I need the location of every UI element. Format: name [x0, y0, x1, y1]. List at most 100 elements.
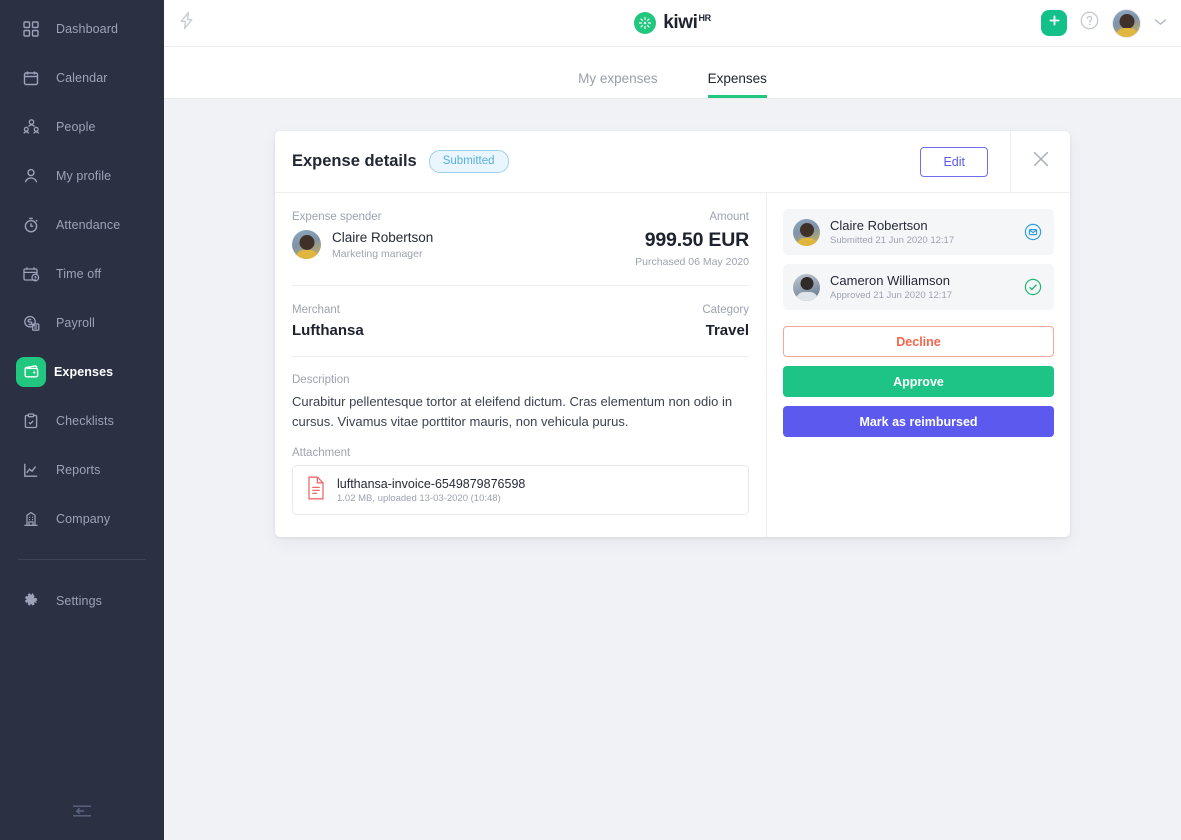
- topbar-actions: [1041, 8, 1167, 38]
- file-document-icon: [306, 476, 326, 505]
- avatar: [793, 218, 820, 246]
- sidebar-item-dashboard[interactable]: Dashboard: [0, 4, 164, 53]
- sidebar-divider: [18, 559, 146, 560]
- grid-icon: [18, 16, 44, 42]
- category-block: Category Travel: [702, 304, 749, 339]
- brand-wordmark: kiwi HR: [663, 12, 711, 34]
- calendar-icon: [18, 65, 44, 91]
- approver-name: Cameron Williamson: [830, 272, 950, 288]
- sidebar-item-time-off[interactable]: Time off: [0, 249, 164, 298]
- description-block: Description Curabitur pellentesque torto…: [292, 374, 766, 431]
- sidebar-item-label: Checklists: [56, 413, 114, 428]
- user-avatar[interactable]: [1112, 8, 1141, 38]
- submitted-envelope-icon: [1024, 223, 1042, 241]
- lightning-bolt-icon: [178, 11, 195, 35]
- merchant-label: Merchant: [292, 304, 340, 316]
- avatar: [793, 273, 820, 301]
- wallet-icon: [16, 356, 46, 387]
- approver-meta: Submitted 21 Jun 2020 12:17: [830, 235, 955, 247]
- spender-block: Expense spender Claire Robertson Marketi…: [292, 211, 433, 260]
- sidebar-item-people[interactable]: People: [0, 102, 164, 151]
- sidebar-item-calendar[interactable]: Calendar: [0, 53, 164, 102]
- tab-bar: My expenses Expenses: [164, 47, 1181, 99]
- close-button[interactable]: [1010, 131, 1070, 193]
- page-title: Expense details: [292, 152, 417, 170]
- avatar: [292, 230, 321, 259]
- sidebar-item-checklists[interactable]: Checklists: [0, 396, 164, 445]
- sidebar-item-reports[interactable]: Reports: [0, 445, 164, 494]
- sidebar-item-label: Reports: [56, 462, 101, 477]
- attachment-file-name: lufthansa-invoice-6549879876598: [337, 476, 526, 491]
- tab-my-expenses[interactable]: My expenses: [578, 71, 658, 98]
- sidebar-item-company[interactable]: Company: [0, 494, 164, 543]
- attachment-block: Attachment lufthansa-invoice-65498798765…: [292, 447, 766, 515]
- sidebar-item-label: Payroll: [56, 315, 95, 330]
- kiwi-circle-logo: [634, 12, 657, 34]
- amount-label: Amount: [709, 211, 749, 223]
- sidebar-item-payroll[interactable]: Payroll: [0, 298, 164, 347]
- attachment-file-meta: 1.02 MB, uploaded 13-03-2020 (10:48): [337, 492, 501, 504]
- attachment-item[interactable]: lufthansa-invoice-6549879876598 1.02 MB,…: [292, 465, 749, 515]
- brand-superscript: HR: [698, 13, 712, 23]
- amount-block: Amount 999.50 EUR Purchased 06 May 2020: [635, 211, 766, 268]
- chevron-down-icon: [1154, 14, 1167, 32]
- sidebar-item-label: Calendar: [56, 70, 108, 85]
- chart-line-icon: [18, 457, 44, 483]
- decline-button[interactable]: Decline: [783, 326, 1054, 357]
- spender-name: Claire Robertson: [332, 230, 434, 245]
- divider: [292, 356, 749, 357]
- merchant-category-row: Merchant Lufthansa Category Travel: [292, 304, 766, 339]
- mark-as-reimbursed-button[interactable]: Mark as reimbursed: [783, 406, 1054, 437]
- stopwatch-icon: [18, 212, 44, 238]
- tab-expenses[interactable]: Expenses: [707, 71, 767, 98]
- sidebar: Dashboard Calendar People My profile Att…: [0, 0, 164, 840]
- sidebar-item-label: My profile: [56, 168, 112, 183]
- content-area: Expense details Submitted Edit Expense s…: [164, 99, 1181, 840]
- gear-icon: [18, 588, 44, 614]
- user-menu-button[interactable]: [1154, 14, 1167, 32]
- close-icon: [1032, 150, 1050, 173]
- expense-details-card: Expense details Submitted Edit Expense s…: [275, 131, 1070, 537]
- sidebar-item-label: Company: [56, 511, 111, 526]
- expense-info-column: Expense spender Claire Robertson Marketi…: [275, 193, 767, 537]
- card-header-actions: Edit: [920, 131, 1070, 193]
- topbar: kiwi HR: [164, 0, 1181, 47]
- merchant-value: Lufthansa: [292, 322, 364, 339]
- question-circle-icon: [1080, 11, 1099, 35]
- approver-meta: Approved 21 Jun 2020 12:17: [830, 290, 953, 302]
- sidebar-item-label: Expenses: [54, 364, 114, 379]
- spender-value: Claire Robertson Marketing manager: [292, 229, 433, 260]
- check-circle-icon: [1024, 278, 1042, 296]
- edit-button[interactable]: Edit: [920, 146, 988, 177]
- description-label: Description: [292, 374, 350, 386]
- brand-name: kiwi: [663, 12, 698, 33]
- app-root: Dashboard Calendar People My profile Att…: [0, 0, 1181, 840]
- sidebar-item-label: Settings: [56, 593, 102, 608]
- payroll-icon: [18, 310, 44, 336]
- purchased-date: Purchased 06 May 2020: [635, 256, 749, 268]
- calendar-clock-icon: [18, 261, 44, 287]
- sidebar-item-label: Time off: [56, 266, 102, 281]
- sidebar-item-attendance[interactable]: Attendance: [0, 200, 164, 249]
- card-body: Expense spender Claire Robertson Marketi…: [275, 193, 1070, 537]
- approve-button[interactable]: Approve: [783, 366, 1054, 397]
- add-button[interactable]: [1041, 10, 1067, 36]
- card-header: Expense details Submitted Edit: [275, 131, 1070, 193]
- approvals-column: Claire Robertson Submitted 21 Jun 2020 1…: [767, 193, 1070, 537]
- quick-actions-button[interactable]: [178, 11, 195, 35]
- description-value: Curabitur pellentesque tortor at eleifen…: [292, 394, 733, 429]
- sidebar-collapse-button[interactable]: [0, 803, 164, 824]
- status-badge: Submitted: [428, 150, 509, 173]
- building-icon: [18, 506, 44, 532]
- sidebar-item-settings[interactable]: Settings: [0, 576, 164, 625]
- user-icon: [18, 163, 44, 189]
- category-value: Travel: [705, 322, 749, 339]
- sidebar-item-label: People: [56, 119, 96, 134]
- list-item[interactable]: Claire Robertson Submitted 21 Jun 2020 1…: [783, 209, 1054, 255]
- divider: [292, 285, 749, 286]
- help-button[interactable]: [1080, 11, 1099, 35]
- sidebar-item-expenses[interactable]: Expenses: [0, 347, 164, 396]
- clipboard-check-icon: [18, 408, 44, 434]
- list-item[interactable]: Cameron Williamson Approved 21 Jun 2020 …: [783, 264, 1054, 310]
- sidebar-item-my-profile[interactable]: My profile: [0, 151, 164, 200]
